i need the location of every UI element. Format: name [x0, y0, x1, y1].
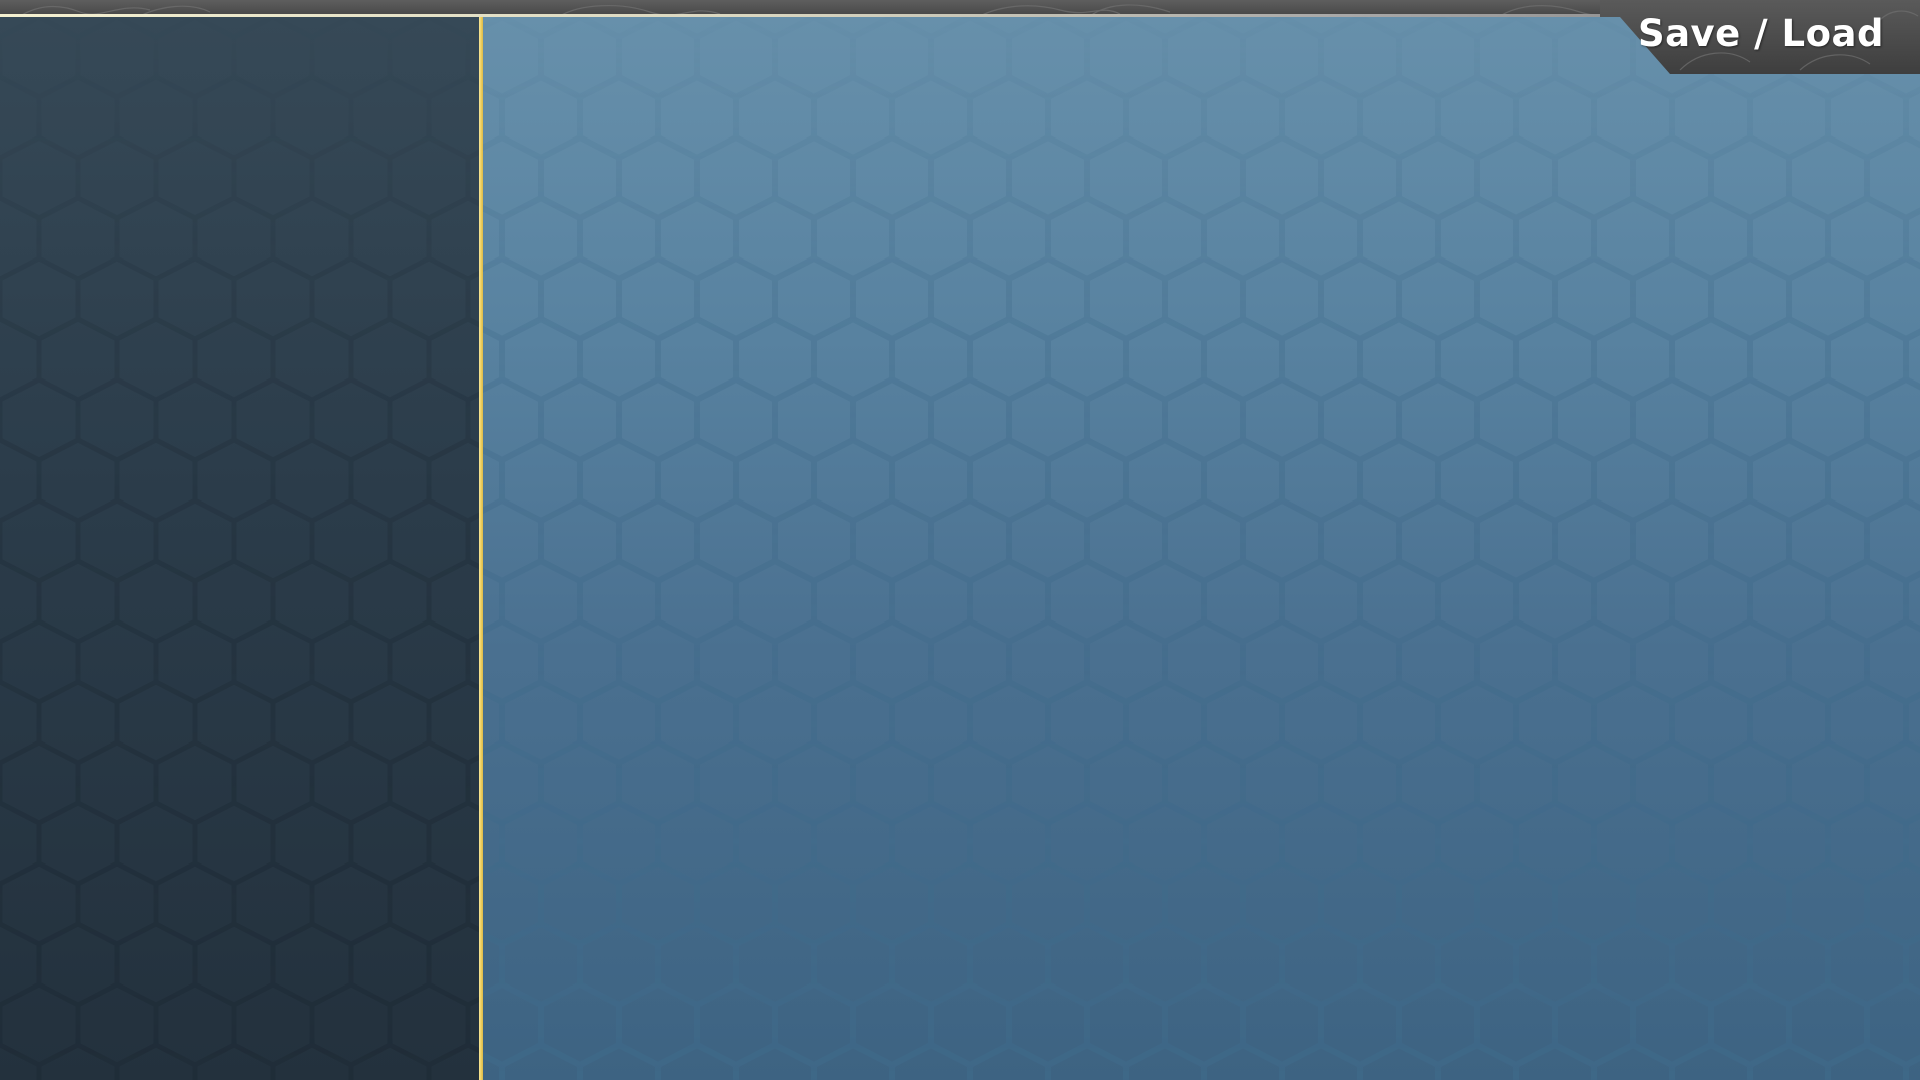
- panel-divider: [479, 17, 483, 1080]
- left-panel: [0, 17, 479, 1080]
- screen-title: Save / Load: [1637, 12, 1884, 55]
- title-tab: Save / Load: [1600, 0, 1920, 74]
- hex-pattern-left: [0, 17, 479, 1080]
- hex-pattern-main: [483, 17, 1920, 1080]
- main-panel: [483, 17, 1920, 1080]
- save-load-screen: Save / Load: [0, 0, 1920, 1080]
